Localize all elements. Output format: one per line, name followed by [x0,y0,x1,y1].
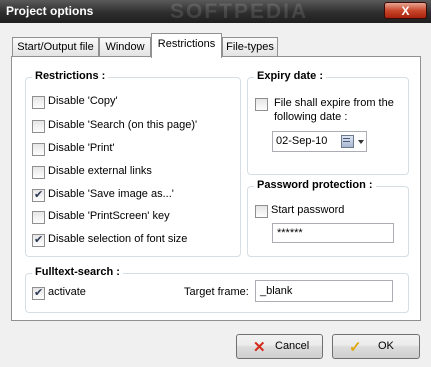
start-password-label: Start password [271,204,345,216]
target-frame-label: Target frame: [184,286,249,298]
tab-label: File-types [226,41,274,53]
tab-restrictions[interactable]: Restrictions [151,33,222,58]
ok-label: OK [378,340,394,352]
tab-label: Start/Output file [17,41,94,53]
window-title: Project options [6,4,94,18]
disable-copy-checkbox[interactable] [32,96,45,109]
watermark-text: SOFTPEDIA [170,0,309,23]
disable-save-image-checkbox[interactable] [32,188,45,202]
password-group: Password protection : [247,179,409,257]
disable-font-size-checkbox[interactable] [32,233,45,247]
expiry-date-picker[interactable]: 02-Sep-10 [272,131,367,152]
fulltext-group-title: Fulltext-search : [32,266,123,278]
start-password-checkbox[interactable] [255,205,268,218]
tab-file-types[interactable]: File-types [222,37,278,57]
password-group-title: Password protection : [254,179,376,191]
disable-printscreen-label: Disable 'PrintScreen' key [48,210,170,222]
tab-window[interactable]: Window [99,37,151,57]
calendar-icon [341,135,354,148]
close-button[interactable]: X [384,2,427,19]
disable-printscreen-checkbox[interactable] [32,211,45,224]
ok-button[interactable]: ✓ OK [332,334,420,359]
disable-print-checkbox[interactable] [32,143,45,156]
tab-label: Window [105,41,145,53]
disable-external-links-label: Disable external links [48,165,152,177]
activate-label: activate [48,286,86,298]
activate-checkbox[interactable] [32,286,45,300]
cancel-label: Cancel [275,340,310,352]
title-bar: Project options SOFTPEDIA X [0,0,431,23]
expiry-group-title: Expiry date : [254,70,327,82]
disable-print-label: Disable 'Print' [48,142,115,154]
target-frame-input[interactable]: _blank [255,280,393,302]
expiry-label-line1: File shall expire from the [274,97,394,109]
restrictions-panel: Restrictions : Expiry date : Password pr… [11,56,421,321]
disable-search-label: Disable 'Search (on this page)' [48,119,198,131]
disable-external-links-checkbox[interactable] [32,166,45,179]
expiry-checkbox[interactable] [255,98,268,111]
checkmark-icon: ✓ [349,339,362,356]
password-input[interactable]: ****** [272,223,394,243]
chevron-down-icon [358,140,364,144]
expiry-label-line2: following date : [274,111,348,123]
disable-save-image-label: Disable 'Save image as...' [48,188,174,200]
disable-font-size-label: Disable selection of font size [48,233,188,245]
disable-search-checkbox[interactable] [32,120,45,133]
tab-label: Restrictions [157,38,216,50]
cancel-icon: ✕ [253,339,266,356]
disable-copy-label: Disable 'Copy' [48,95,118,107]
expiry-group: Expiry date : [247,70,409,175]
tab-start-output-file[interactable]: Start/Output file [12,37,99,57]
restrictions-group-title: Restrictions : [32,70,109,82]
expiry-date-value: 02-Sep-10 [276,135,328,147]
cancel-button[interactable]: ✕ Cancel [236,334,323,359]
